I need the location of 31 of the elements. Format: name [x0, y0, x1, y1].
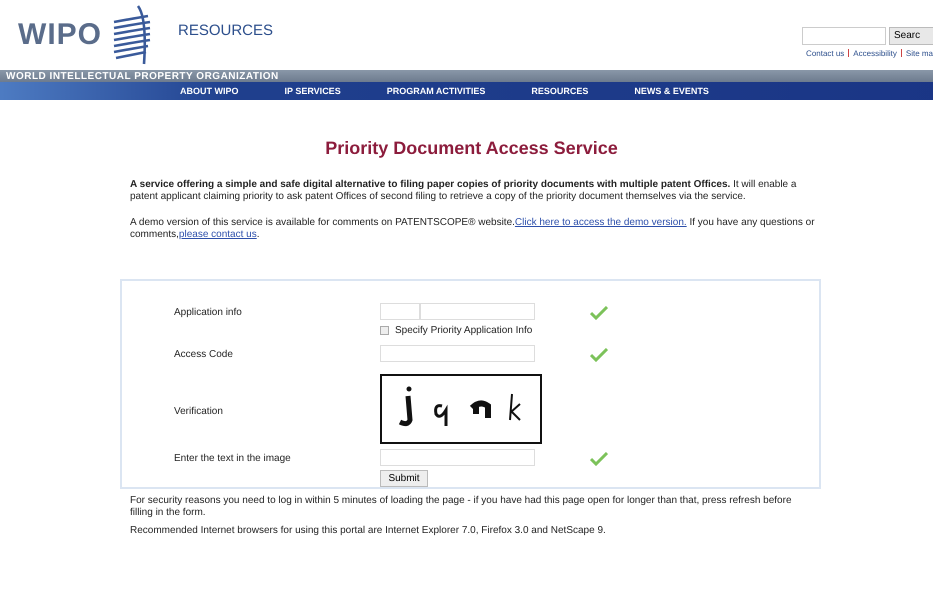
nav-link[interactable]: ABOUT WIPO	[180, 86, 238, 96]
search-button[interactable]: Searc	[889, 26, 933, 44]
search-field[interactable]	[802, 26, 886, 44]
nav-link[interactable]: RESOURCES	[531, 86, 588, 96]
field-label: Verification	[174, 404, 224, 416]
header-link[interactable]: Accessibility	[853, 48, 897, 58]
checkbox-label: Specify Priority Application Info	[395, 325, 532, 336]
field-label: Enter the text in the image	[174, 452, 292, 464]
contact-link[interactable]: please contact us	[178, 229, 257, 240]
input-field[interactable]	[380, 449, 535, 466]
field-label: Access Code	[174, 348, 234, 360]
nav-link[interactable]: IP SERVICES	[284, 86, 341, 96]
checkbox[interactable]	[380, 326, 389, 335]
submit-button[interactable]: Submit	[380, 470, 428, 487]
input-field[interactable]	[380, 345, 535, 362]
input-field[interactable]	[380, 303, 420, 320]
header-link[interactable]: Site ma	[906, 48, 933, 58]
note-text: For security reasons you need to log in within 5 minutes of loading the page - if you have had this page open for longer than that, press refresh before filling in the form.	[130, 495, 793, 519]
demo-link[interactable]: Click here to access the demo version.	[514, 217, 687, 228]
note-text: Recommended Internet browsers for using this portal are Internet Explorer 7.0, Firefox 3.0 and NetScape 9.	[130, 525, 607, 537]
field-label: Application info	[174, 306, 243, 318]
header-link[interactable]: Contact us	[806, 48, 844, 58]
demo-paragraph: A demo version of this service is available for comments on PATENTSCOPE® website.Click here to access the demo version. If you have any questions or comments,please contact us.	[130, 217, 816, 241]
page-title: Priority Document Access Service	[324, 138, 619, 159]
input-field[interactable]	[420, 303, 535, 320]
section-title: RESOURCES	[178, 22, 274, 38]
wipo-logo-text: WIPO	[18, 18, 102, 52]
nav-link[interactable]: PROGRAM ACTIVITIES	[386, 86, 486, 96]
nav-link[interactable]: NEWS & EVENTS	[634, 86, 709, 96]
organization-name: WORLD INTELLECTUAL PROPERTY ORGANIZATION	[6, 70, 279, 82]
intro-paragraph: A service offering a simple and safe digital alternative to filing paper copies of priority documents with multiple patent Offices. It will enable a patent applicant claiming priority to ask patent Offices of second filing to retrieve a copy of the priority document themselves via the service.	[130, 179, 798, 203]
